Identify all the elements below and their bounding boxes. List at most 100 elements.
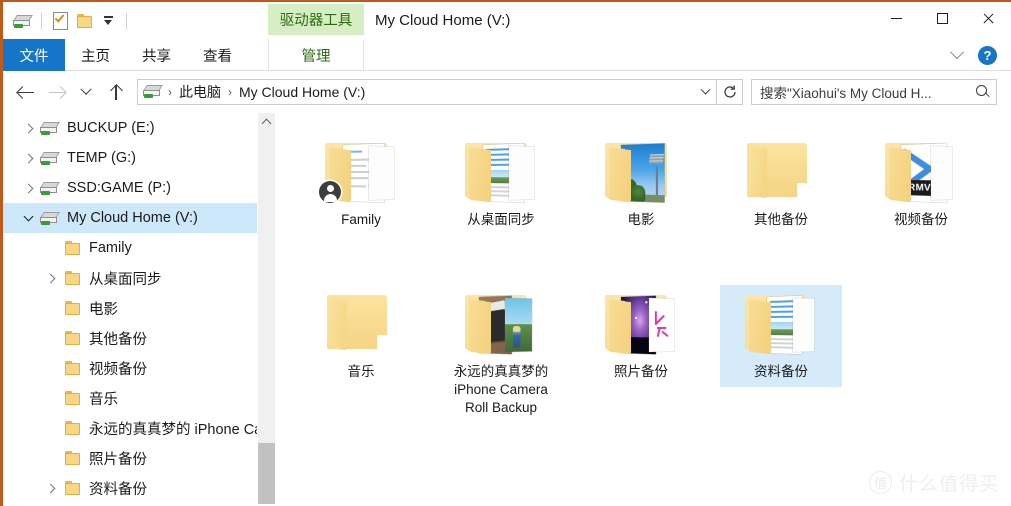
expander-collapsed-icon[interactable] xyxy=(17,173,39,203)
refresh-button[interactable] xyxy=(717,79,743,105)
expander-collapsed-icon[interactable] xyxy=(17,113,39,143)
tab-manage[interactable]: 管理 xyxy=(268,39,364,71)
sidebar-item-ssd-game-p[interactable]: SSD:GAME (P:) xyxy=(3,173,275,203)
shared-folder-badge-icon xyxy=(319,181,341,203)
tab-view[interactable]: 查看 xyxy=(187,39,248,71)
navigation-pane[interactable]: BUCKUP (E:) TEMP (G:) SSD:GAME (P:) My C… xyxy=(3,113,275,504)
back-button[interactable] xyxy=(11,77,41,107)
maximize-button[interactable] xyxy=(919,2,965,34)
folder-icon xyxy=(61,301,83,315)
breadcrumb-dropdown-button[interactable] xyxy=(694,80,716,104)
recent-locations-button[interactable] xyxy=(71,77,101,107)
tab-share[interactable]: 共享 xyxy=(126,39,187,71)
sidebar-item-label: BUCKUP (E:) xyxy=(67,120,155,136)
address-bar: › 此电脑 › My Cloud Home (V:) 搜索"Xiaohui's … xyxy=(3,71,1011,113)
chevron-down-icon xyxy=(949,45,965,60)
file-item[interactable]: RMVB 视频备份 xyxy=(851,123,991,275)
tab-file[interactable]: 文件 xyxy=(3,39,65,71)
expander-placeholder xyxy=(39,233,61,263)
folder-icon xyxy=(61,241,83,255)
sidebar-item-video-backup[interactable]: 视频备份 xyxy=(3,353,275,383)
help-button[interactable]: ? xyxy=(978,45,997,65)
folder-icon xyxy=(323,291,399,357)
sidebar-item-label: 从桌面同步 xyxy=(89,271,162,288)
folder-icon xyxy=(61,331,83,345)
file-item-label: 视频备份 xyxy=(894,212,948,227)
sidebar-item-other-backup[interactable]: 其他备份 xyxy=(3,323,275,353)
sidebar-scrollbar[interactable] xyxy=(258,113,275,504)
breadcrumb-separator: › xyxy=(168,85,172,99)
sidebar-item-label: 资料备份 xyxy=(89,481,147,498)
file-item[interactable]: Family xyxy=(291,123,431,275)
file-item-label: 从桌面同步 xyxy=(467,212,535,227)
expander-placeholder xyxy=(39,323,61,353)
file-list-view[interactable]: Family 从桌面同步 电影 其他备份 RMVB 视频备份 音乐 永远的真真梦… xyxy=(275,113,1011,504)
sidebar-item-music[interactable]: 音乐 xyxy=(3,383,275,413)
close-button[interactable] xyxy=(965,2,1011,34)
chevron-up-icon xyxy=(261,118,272,129)
file-item[interactable]: 电影 xyxy=(571,123,711,275)
expander-placeholder xyxy=(39,443,61,473)
minimize-button[interactable] xyxy=(873,2,919,34)
tab-home[interactable]: 主页 xyxy=(65,39,126,71)
arrow-right-icon xyxy=(48,86,65,98)
explorer-body: BUCKUP (E:) TEMP (G:) SSD:GAME (P:) My C… xyxy=(3,113,1011,504)
contextual-tab-group-label: 驱动器工具 xyxy=(279,13,353,29)
window-title: My Cloud Home (V:) xyxy=(375,12,511,29)
sidebar-item-photo-backup[interactable]: 照片备份 xyxy=(3,443,275,473)
sidebar-item-buckup-e[interactable]: BUCKUP (E:) xyxy=(3,113,275,143)
expander-placeholder xyxy=(39,293,61,323)
file-item[interactable]: 音乐 xyxy=(291,275,431,427)
file-item[interactable]: 永远的真真梦的 iPhone Camera Roll Backup xyxy=(431,275,571,427)
file-item[interactable]: 其他备份 xyxy=(711,123,851,275)
breadcrumb-item-this-pc[interactable]: 此电脑 xyxy=(176,82,224,102)
folder-icon xyxy=(61,271,83,285)
arrow-left-icon xyxy=(17,86,35,98)
search-input[interactable]: 搜索"Xiaohui's My Cloud H... xyxy=(751,79,997,105)
toolbar-separator xyxy=(41,12,42,29)
chevron-down-icon xyxy=(80,83,92,95)
expander-expanded-icon[interactable] xyxy=(17,203,39,233)
drive-icon xyxy=(39,121,61,135)
new-folder-icon[interactable] xyxy=(72,9,96,33)
up-button[interactable] xyxy=(101,77,131,107)
sidebar-item-desktop-sync[interactable]: 从桌面同步 xyxy=(3,263,275,293)
sidebar-item-my-cloud-home-v[interactable]: My Cloud Home (V:) xyxy=(3,203,275,233)
breadcrumb-item-my-cloud-home[interactable]: My Cloud Home (V:) xyxy=(236,84,368,100)
file-item-label: 电影 xyxy=(627,212,655,227)
sidebar-item-label: 电影 xyxy=(89,301,118,318)
forward-button[interactable] xyxy=(41,77,71,107)
arrow-up-icon xyxy=(109,84,123,100)
scroll-up-button[interactable] xyxy=(258,113,275,131)
drive-icon[interactable] xyxy=(11,9,35,33)
sidebar-item-label: TEMP (G:) xyxy=(67,150,137,166)
quick-access-toolbar xyxy=(3,2,133,39)
folder-icon xyxy=(603,291,679,357)
toolbar-separator-2 xyxy=(126,12,127,29)
file-item-label: 其他备份 xyxy=(754,212,808,227)
breadcrumb[interactable]: › 此电脑 › My Cloud Home (V:) xyxy=(137,79,717,105)
refresh-icon xyxy=(723,85,736,98)
customize-caret-icon[interactable] xyxy=(96,9,120,33)
folder-icon xyxy=(61,421,83,435)
sidebar-item-iphone-camera[interactable]: 永远的真真梦的 iPhone Cam xyxy=(3,413,275,443)
expander-placeholder xyxy=(39,413,61,443)
scrollbar-thumb[interactable] xyxy=(258,443,275,504)
sidebar-item-temp-g[interactable]: TEMP (G:) xyxy=(3,143,275,173)
expander-collapsed-icon[interactable] xyxy=(17,143,39,173)
file-item-selected[interactable]: 资料备份 xyxy=(711,275,851,427)
game-screenshot-thumbnail xyxy=(505,298,532,352)
properties-icon[interactable] xyxy=(48,9,72,33)
pink-scribble-icon xyxy=(653,310,670,338)
sidebar-item-movies[interactable]: 电影 xyxy=(3,293,275,323)
breadcrumb-separator-2: › xyxy=(228,85,232,99)
sidebar-item-data-backup[interactable]: 资料备份 xyxy=(3,473,275,503)
expander-collapsed-icon[interactable] xyxy=(39,473,61,503)
sidebar-item-family[interactable]: Family xyxy=(3,233,275,263)
file-item[interactable]: 从桌面同步 xyxy=(431,123,571,275)
expander-collapsed-icon[interactable] xyxy=(39,263,61,293)
file-item[interactable]: 照片备份 xyxy=(571,275,711,427)
sidebar-item-label: 永远的真真梦的 iPhone Cam xyxy=(89,421,275,438)
collapse-ribbon-button[interactable] xyxy=(946,44,968,66)
folder-icon xyxy=(463,139,539,205)
